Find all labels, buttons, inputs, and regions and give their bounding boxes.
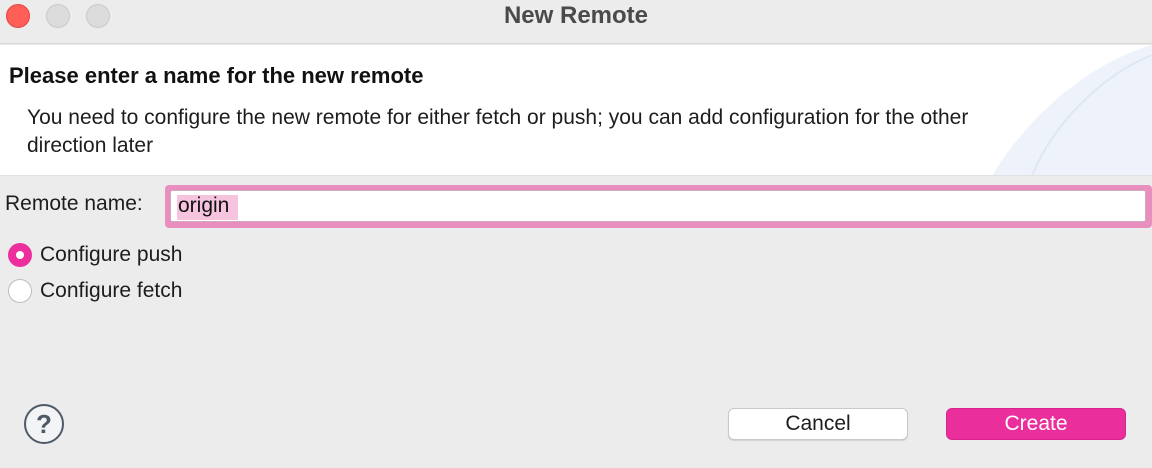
banner-description: You need to configure the new remote for… [27, 106, 969, 157]
cancel-button[interactable]: Cancel [728, 408, 908, 440]
help-glyph: ? [36, 408, 52, 439]
configure-fetch-radio[interactable] [8, 279, 32, 303]
configure-fetch-option[interactable]: Configure fetch [8, 278, 182, 304]
create-button[interactable]: Create [946, 408, 1126, 440]
configure-push-option[interactable]: Configure push [8, 242, 182, 268]
dialog-banner: Please enter a name for the new remote Y… [0, 45, 1152, 176]
remote-name-value: origin [178, 194, 230, 217]
help-icon[interactable]: ? [24, 404, 64, 444]
configure-push-radio[interactable] [8, 243, 32, 267]
remote-name-label: Remote name: [5, 192, 143, 215]
remote-name-input[interactable] [170, 190, 1146, 222]
configure-fetch-label: Configure fetch [40, 279, 183, 302]
window-title: New Remote [503, 2, 649, 29]
configure-push-label: Configure push [40, 243, 183, 266]
banner-title: Please enter a name for the new remote [9, 63, 424, 88]
title-bar: New Remote [0, 0, 1152, 44]
